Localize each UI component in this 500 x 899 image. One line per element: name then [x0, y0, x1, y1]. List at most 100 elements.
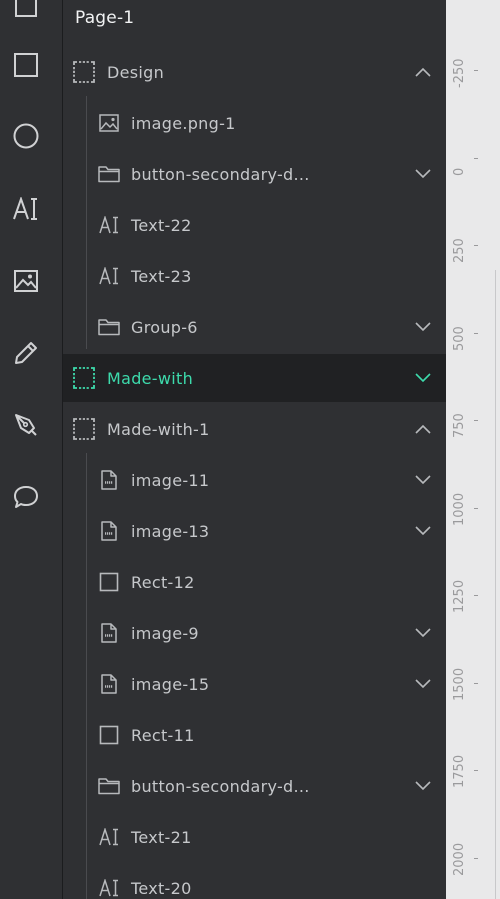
layer-row[interactable]: Text-20 [63, 864, 446, 899]
chevron-down-icon[interactable] [411, 366, 435, 390]
chevron-down-icon[interactable] [411, 468, 435, 492]
chevron-down-icon[interactable] [411, 519, 435, 543]
ruler-tick [474, 857, 478, 859]
chevron-down-icon[interactable] [411, 774, 435, 798]
ruler-tick [474, 70, 478, 71]
chevron-down-icon[interactable] [411, 621, 435, 645]
layer-row[interactable]: image-13 [63, 507, 446, 555]
folder-icon [98, 775, 120, 797]
layer-name: image.png-1 [131, 113, 236, 133]
ruler-label: 1250 [452, 579, 467, 613]
layer-name: image-9 [131, 623, 199, 643]
layer-name: button-secondary-d... [131, 164, 310, 184]
text-icon [98, 877, 120, 899]
ruler-tick [474, 157, 478, 159]
chevron-down-icon[interactable] [411, 162, 435, 186]
folder-icon [98, 163, 120, 185]
ruler-tick [474, 245, 478, 246]
layer-row[interactable]: Rect-11 [63, 711, 446, 759]
comment-tool[interactable] [0, 471, 52, 523]
layer-name: button-secondary-d... [131, 776, 310, 796]
rectangle-tool[interactable] [0, 39, 52, 91]
text-icon [98, 826, 120, 848]
ruler-tick [474, 332, 478, 334]
ellipse-tool[interactable] [0, 110, 52, 162]
chevron-up-icon[interactable] [411, 417, 435, 441]
layer-name: Group-6 [131, 317, 198, 337]
chevron-up-icon[interactable] [411, 60, 435, 84]
ruler-tick [474, 595, 478, 596]
text-icon [13, 197, 37, 220]
layer-row[interactable]: image.png-1 [63, 99, 446, 147]
ruler-label: 0 [452, 167, 467, 176]
image-icon [98, 112, 120, 134]
svg-file-icon [98, 520, 120, 542]
frame-tool[interactable] [0, 0, 52, 32]
ruler-tick [474, 770, 478, 771]
layer-name: Rect-12 [131, 572, 195, 592]
pen-tool[interactable] [0, 399, 52, 451]
ruler-label: 1750 [452, 754, 467, 788]
chevron-down-icon[interactable] [411, 672, 435, 696]
frame-icon [15, 0, 37, 17]
frame-icon [73, 61, 95, 83]
layer-row[interactable]: Rect-12 [63, 558, 446, 606]
layer-name: Text-20 [131, 878, 192, 898]
layer-row[interactable]: Text-23 [63, 252, 446, 300]
comment-icon [14, 486, 38, 508]
rectangle-icon [98, 571, 120, 593]
svg-file-icon [98, 622, 120, 644]
ruler-label: 1000 [452, 492, 467, 526]
layer-row[interactable]: Design [63, 48, 446, 96]
chevron-down-icon[interactable] [411, 315, 435, 339]
ruler-label: 250 [452, 238, 467, 263]
layers-panel: Page-1 Design image.png-1 button-secondar… [63, 0, 446, 899]
layer-name: Text-23 [131, 266, 192, 286]
layer-name: Made-with [107, 368, 194, 388]
text-icon [98, 265, 120, 287]
layer-name: image-11 [131, 470, 210, 490]
ruler-label: 2000 [452, 842, 467, 876]
ruler-tick [474, 682, 478, 684]
pencil-tool[interactable] [0, 327, 52, 379]
rectangle-icon [14, 53, 38, 77]
layer-row[interactable]: image-15 [63, 660, 446, 708]
layer-name: Made-with-1 [107, 419, 210, 439]
ruler-tick [474, 507, 478, 509]
image-tool[interactable] [0, 255, 52, 307]
layer-row[interactable]: Text-21 [63, 813, 446, 861]
layer-name: Rect-11 [131, 725, 195, 745]
folder-icon [98, 316, 120, 338]
layer-name: Text-22 [131, 215, 192, 235]
layer-row[interactable]: button-secondary-d... [63, 150, 446, 198]
layer-row[interactable]: image-11 [63, 456, 446, 504]
text-tool[interactable] [0, 183, 52, 235]
pen-icon [15, 414, 37, 436]
layer-row[interactable]: Text-22 [63, 201, 446, 249]
layer-name: image-15 [131, 674, 210, 694]
layer-row[interactable]: Made-with-1 [63, 405, 446, 453]
ruler-label: 500 [452, 325, 467, 351]
pencil-icon [15, 342, 37, 364]
layer-name: Text-21 [131, 827, 192, 847]
ruler-label: 750 [452, 413, 467, 438]
frame-icon [73, 418, 95, 440]
layer-name: image-13 [131, 521, 210, 541]
frame-icon [73, 367, 95, 389]
ruler-label: -250 [452, 58, 467, 88]
svg-file-icon [98, 673, 120, 695]
ruler-divider [495, 270, 496, 899]
ruler-tick [474, 420, 478, 421]
tool-bar [0, 0, 63, 899]
ruler-label: 1500 [452, 667, 467, 701]
vertical-ruler: -250 0 250 500 750 1000 1250 1500 1750 2000 [446, 0, 500, 899]
image-icon [14, 270, 38, 292]
layer-row[interactable]: Group-6 [63, 303, 446, 351]
text-icon [98, 214, 120, 236]
layer-row[interactable]: button-secondary-d... [63, 762, 446, 810]
svg-file-icon [98, 469, 120, 491]
layer-row[interactable]: image-9 [63, 609, 446, 657]
page-title[interactable]: Page-1 [75, 8, 134, 32]
layer-row[interactable]: Made-with [63, 354, 446, 402]
rectangle-icon [98, 724, 120, 746]
